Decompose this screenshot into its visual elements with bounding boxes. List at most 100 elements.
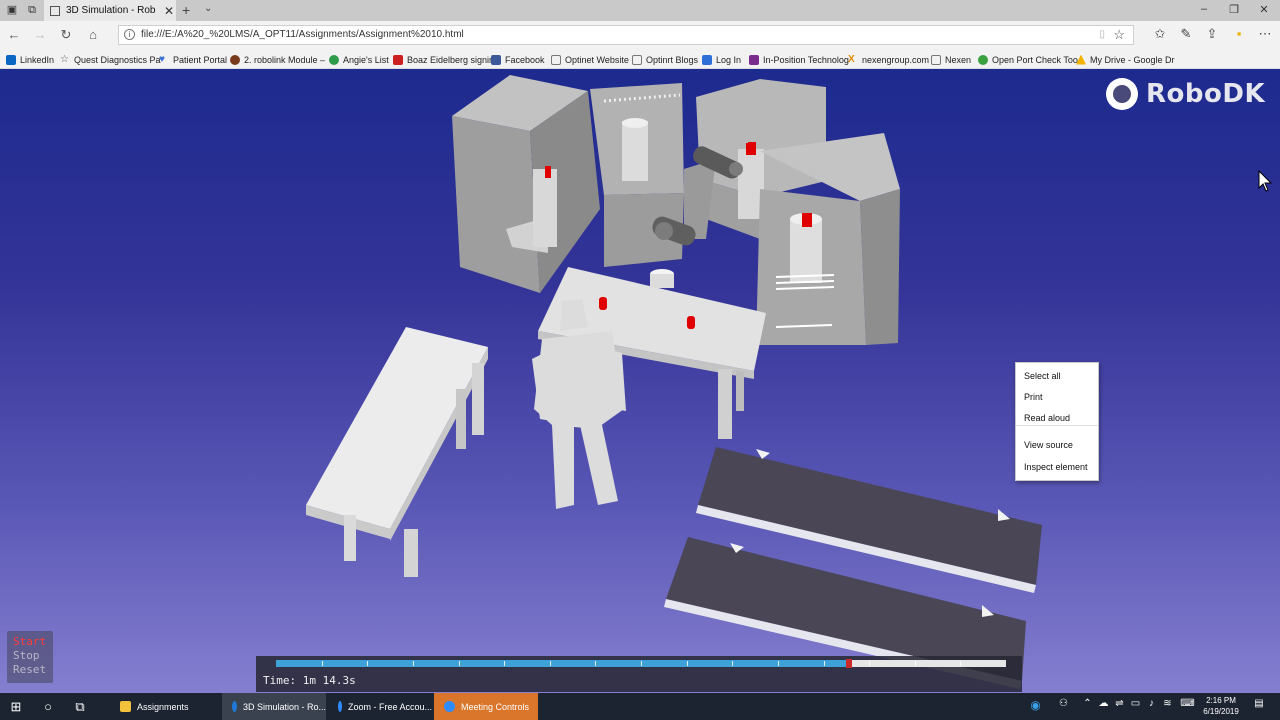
favorite-item[interactable]: Facebook xyxy=(491,53,545,66)
onedrive-icon[interactable]: ☁ xyxy=(1096,698,1111,709)
left-machine-cabinet xyxy=(452,75,600,293)
timeline-track[interactable] xyxy=(276,659,1006,668)
favorite-icon xyxy=(702,54,712,65)
menu-item-print[interactable]: Print xyxy=(1024,392,1043,402)
home-icon[interactable]: ⌂ xyxy=(85,27,101,43)
elapsed-time: Time: 1m 14.3s xyxy=(263,674,356,687)
robodk-logo: RoboDK xyxy=(1106,78,1265,110)
cortana-search-icon[interactable]: ○ xyxy=(40,699,56,715)
menu-item-view-source[interactable]: View source xyxy=(1024,440,1073,450)
menu-item-read-aloud[interactable]: Read aloud xyxy=(1024,413,1070,423)
info-icon[interactable]: i xyxy=(124,29,135,40)
favorite-star-icon[interactable]: ☆ xyxy=(1113,27,1125,43)
action-center-icon[interactable]: ▤ xyxy=(1252,698,1266,712)
favorite-item[interactable]: ♥ Patient Portal xyxy=(159,53,227,66)
simulation-viewport[interactable]: RoboDK Select all Print Read aloud View … xyxy=(0,69,1280,693)
timeline-tick xyxy=(778,661,779,666)
favorite-icon xyxy=(749,54,759,65)
refresh-icon[interactable]: ↻ xyxy=(58,27,74,43)
browser-nav-bar: ← → ↻ ⌂ i file:///E:/A%20_%20LMS/A_OPT11… xyxy=(0,21,1280,49)
favorite-label: Angie's List xyxy=(343,54,389,65)
timeline-tick xyxy=(687,661,688,666)
favorite-item[interactable]: Open Port Check Too xyxy=(978,53,1078,66)
restore-icon[interactable]: ❐ xyxy=(1224,3,1244,16)
share-icon[interactable]: ⇪ xyxy=(1204,26,1220,42)
window-menu-icon[interactable]: ▣ xyxy=(6,4,18,16)
people-icon[interactable]: ⚇ xyxy=(1056,698,1071,709)
favorite-item[interactable]: Nexen xyxy=(931,53,971,66)
windows-start-icon[interactable]: ⊞ xyxy=(8,699,24,715)
favorite-item[interactable]: In-Position Technolog xyxy=(749,53,849,66)
favorite-item[interactable]: Boaz Eidelberg signin xyxy=(393,53,494,66)
taskbar-app-assignments[interactable]: Assignments xyxy=(110,693,220,720)
taskbar-app-label: Assignments xyxy=(137,701,189,712)
tab-list-chevron-icon[interactable]: ⌄ xyxy=(204,3,212,14)
battery-icon[interactable]: ▭ xyxy=(1128,698,1143,709)
task-view-icon[interactable]: ⧉ xyxy=(72,699,88,715)
favorite-item[interactable]: LinkedIn xyxy=(6,53,54,66)
favorite-label: nexengroup.com xyxy=(862,54,930,65)
page-icon xyxy=(931,54,941,65)
address-url[interactable]: file:///E:/A%20_%20LMS/A_OPT11/Assignmen… xyxy=(141,29,464,40)
menu-item-inspect-element[interactable]: Inspect element xyxy=(1024,462,1088,472)
forward-icon[interactable]: → xyxy=(32,27,48,43)
favorite-item[interactable]: Optinet Website xyxy=(551,53,629,66)
close-window-icon[interactable]: ✕ xyxy=(1254,3,1274,16)
browser-tab-bar: ▣ ⧉ 3D Simulation - RoboDI ✕ + ⌄ – ❐ ✕ xyxy=(0,0,1280,21)
favorite-icon: X xyxy=(848,53,855,65)
taskbar-app-browser[interactable]: 3D Simulation - Ro... xyxy=(222,693,326,720)
more-menu-icon[interactable]: ⋯ xyxy=(1257,26,1273,42)
edge-browser-icon xyxy=(232,701,237,712)
timeline-playhead[interactable] xyxy=(846,659,852,668)
browser-tab[interactable]: 3D Simulation - RoboDI ✕ xyxy=(44,0,176,21)
favorite-item[interactable]: Angie's List xyxy=(329,53,389,66)
favorite-item[interactable]: Xnexengroup.com xyxy=(848,53,929,66)
robodk-logo-icon xyxy=(1106,78,1138,110)
timeline-tick xyxy=(595,661,596,666)
timeline-tick xyxy=(413,661,414,666)
favorite-icon xyxy=(6,54,16,65)
minimize-icon[interactable]: – xyxy=(1194,3,1214,15)
zoom-icon xyxy=(444,701,455,712)
favorite-item[interactable]: Optinrt Blogs xyxy=(632,53,698,66)
page-icon xyxy=(551,54,561,65)
favorite-label: Log In xyxy=(716,54,742,65)
keyboard-icon[interactable]: ⌨ xyxy=(1180,698,1195,709)
set-aside-tabs-icon[interactable]: ⧉ xyxy=(26,4,38,16)
network-icon[interactable]: ≋ xyxy=(1160,698,1175,709)
taskbar-clock[interactable]: 2:16 PM 6/19/2019 xyxy=(1196,695,1246,717)
help-icon[interactable]: ◉ xyxy=(1028,698,1043,712)
favorite-item[interactable]: My Drive - Google Dr xyxy=(1076,53,1175,66)
tray-expand-icon[interactable]: ⌃ xyxy=(1080,698,1095,709)
address-bar[interactable]: i file:///E:/A%20_%20LMS/A_OPT11/Assignm… xyxy=(118,25,1134,45)
favorite-label: Facebook xyxy=(505,54,545,65)
favorites-hub-icon[interactable]: ✩ xyxy=(1152,26,1168,42)
menu-item-select-all[interactable]: Select all xyxy=(1024,371,1061,381)
zoom-icon xyxy=(338,701,342,712)
reading-view-icon[interactable]: ▯ xyxy=(1099,29,1105,40)
mouse-cursor-icon xyxy=(1258,170,1272,192)
volume-icon[interactable]: ♪ xyxy=(1144,698,1159,709)
heart-icon: ♥ xyxy=(159,53,165,65)
favorite-item[interactable]: ☆ Quest Diagnostics Pa xyxy=(60,53,161,66)
new-tab-icon[interactable]: + xyxy=(182,2,190,18)
back-icon[interactable]: ← xyxy=(6,27,22,43)
usb-icon[interactable]: ⇌ xyxy=(1112,698,1127,709)
start-button[interactable]: Start xyxy=(13,635,46,648)
timeline-tick xyxy=(960,661,961,666)
timeline-progress xyxy=(276,660,849,667)
favorite-label: Boaz Eidelberg signin xyxy=(407,54,495,65)
favorite-item[interactable]: Log In xyxy=(702,53,741,66)
favorite-item[interactable]: 2. robolink Module – xyxy=(230,53,325,66)
extension-icon[interactable]: ▪ xyxy=(1231,26,1247,42)
stop-button[interactable]: Stop xyxy=(13,649,40,662)
facebook-icon xyxy=(491,54,501,65)
close-tab-icon[interactable]: ✕ xyxy=(162,4,176,18)
reset-button[interactable]: Reset xyxy=(13,663,46,676)
timeline-tick xyxy=(322,661,323,666)
taskbar-app-zoom[interactable]: Zoom - Free Accou... xyxy=(328,693,432,720)
taskbar-app-meeting-controls[interactable]: Meeting Controls xyxy=(434,693,538,720)
clock-time: 2:16 PM xyxy=(1206,696,1236,705)
pen-icon[interactable]: ✎ xyxy=(1178,26,1194,42)
favorite-label: In-Position Technolog xyxy=(763,54,849,65)
